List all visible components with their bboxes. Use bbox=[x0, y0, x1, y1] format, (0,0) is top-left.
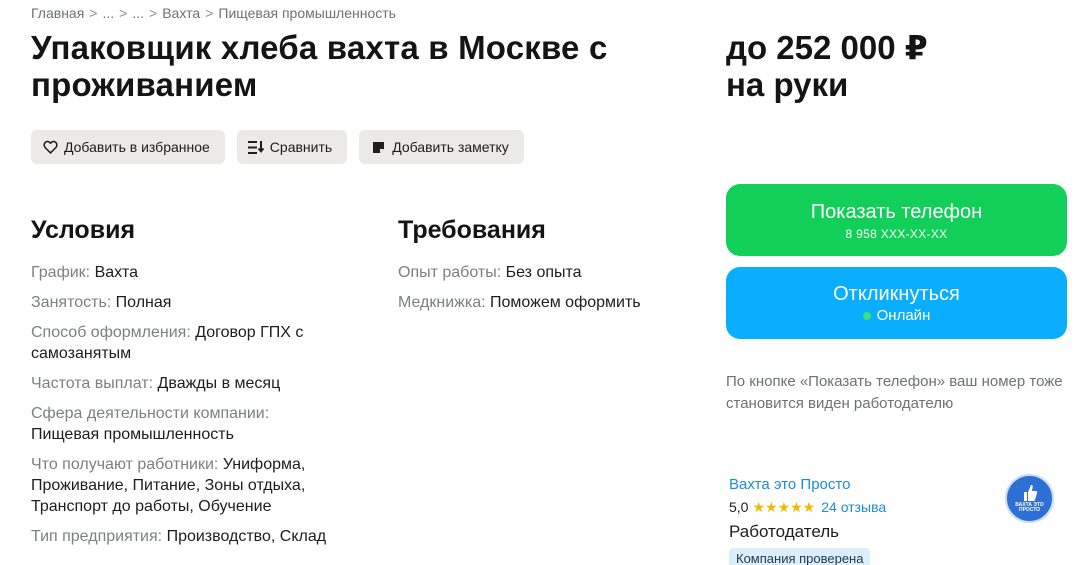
condition-label: Тип предприятия: bbox=[31, 528, 163, 545]
conditions-list: График: Вахта Занятость: Полная Способ о… bbox=[31, 262, 371, 556]
breadcrumb-home[interactable]: Главная bbox=[31, 5, 84, 21]
salary: до 252 000 ₽ на руки bbox=[726, 29, 928, 103]
breadcrumb-separator: > bbox=[89, 5, 98, 21]
requirement-item: Опыт работы: Без опыта bbox=[398, 262, 698, 283]
condition-label: Что получают работники: bbox=[31, 456, 219, 473]
condition-item: Что получают работники: Униформа, Прожив… bbox=[31, 454, 341, 517]
masked-phone-number: 8 958 XXX-XX-XX bbox=[845, 227, 948, 241]
requirement-label: Медкнижка: bbox=[398, 294, 486, 311]
condition-value: Вахта bbox=[94, 264, 138, 281]
salary-note: на руки bbox=[726, 66, 849, 103]
online-status: Онлайн bbox=[726, 307, 1067, 324]
condition-value: Дважды в месяц bbox=[157, 375, 281, 392]
condition-item: График: Вахта bbox=[31, 262, 371, 283]
phone-visibility-hint: По кнопке «Показать телефон» ваш номер т… bbox=[726, 373, 1063, 412]
requirement-value: Поможем оформить bbox=[490, 294, 641, 311]
breadcrumb-separator: > bbox=[119, 5, 128, 21]
show-phone-label: Показать телефон bbox=[810, 201, 983, 223]
requirement-label: Опыт работы: bbox=[398, 264, 502, 281]
breadcrumb-ellipsis-1[interactable]: ... bbox=[102, 5, 114, 21]
condition-label: График: bbox=[31, 264, 91, 281]
rating-stars-icon: ★★★★★ bbox=[752, 499, 816, 515]
respond-button[interactable]: Откликнуться Онлайн bbox=[726, 267, 1067, 339]
condition-value: Производство, Склад bbox=[166, 528, 327, 545]
breadcrumb-separator: > bbox=[205, 5, 214, 21]
requirements-heading: Требования bbox=[398, 216, 546, 244]
condition-value: Полная bbox=[115, 294, 172, 311]
reviews-link[interactable]: 24 отзыва bbox=[821, 497, 886, 517]
respond-label: Откликнуться bbox=[833, 283, 960, 305]
note-icon bbox=[370, 139, 386, 155]
condition-value: Пищевая промышленность bbox=[31, 426, 234, 443]
conditions-heading: Условия bbox=[31, 216, 136, 244]
verified-badge: Компания проверена bbox=[729, 548, 871, 565]
salary-amount: до 252 000 ₽ bbox=[726, 29, 928, 66]
compare-list-icon bbox=[247, 139, 264, 155]
add-note-button[interactable]: Добавить заметку bbox=[359, 130, 524, 164]
condition-item: Способ оформления: Договор ГПХ с самозан… bbox=[31, 322, 331, 364]
job-title: Упаковщик хлеба вахта в Москве с прожива… bbox=[31, 29, 608, 103]
online-status-label: Онлайн bbox=[876, 307, 931, 324]
condition-item: Частота выплат: Дважды в месяц bbox=[31, 373, 371, 394]
online-dot-icon bbox=[862, 311, 871, 320]
add-note-label: Добавить заметку bbox=[392, 139, 509, 155]
compare-button[interactable]: Сравнить bbox=[236, 130, 348, 164]
breadcrumb-ellipsis-2[interactable]: ... bbox=[132, 5, 144, 21]
add-favorite-button[interactable]: Добавить в избранное bbox=[31, 130, 225, 164]
action-bar: Добавить в избранное Сравнить Добавить з… bbox=[31, 130, 524, 164]
condition-item: Занятость: Полная bbox=[31, 292, 371, 313]
show-phone-button[interactable]: Показать телефон 8 958 XXX-XX-XX bbox=[726, 184, 1067, 256]
condition-item: Тип предприятия: Производство, Склад bbox=[31, 526, 371, 547]
breadcrumb-separator: > bbox=[149, 5, 158, 21]
rating-value: 5,0 bbox=[729, 499, 749, 515]
compare-label: Сравнить bbox=[269, 139, 333, 155]
employer-logo[interactable]: ВАХТА ЭТО ПРОСТО bbox=[1005, 474, 1054, 523]
requirements-list: Опыт работы: Без опыта Медкнижка: Поможе… bbox=[398, 262, 698, 322]
condition-label: Частота выплат: bbox=[31, 375, 154, 392]
heart-icon bbox=[42, 139, 58, 155]
condition-label: Занятость: bbox=[31, 294, 112, 311]
logo-text: ВАХТА ЭТО ПРОСТО bbox=[1015, 502, 1044, 513]
breadcrumb-food-industry[interactable]: Пищевая промышленность bbox=[218, 5, 396, 21]
breadcrumb: Главная >... >... > Вахта > Пищевая промышленн… bbox=[31, 5, 396, 21]
employer-role: Работодатель bbox=[729, 522, 839, 541]
condition-item: Сфера деятельности компании: Пищевая про… bbox=[31, 403, 321, 445]
requirement-item: Медкнижка: Поможем оформить bbox=[398, 292, 698, 313]
requirement-value: Без опыта bbox=[505, 264, 582, 281]
breadcrumb-vahta[interactable]: Вахта bbox=[162, 5, 200, 21]
condition-label: Способ оформления: bbox=[31, 324, 191, 341]
condition-label: Сфера деятельности компании: bbox=[31, 405, 270, 422]
add-favorite-label: Добавить в избранное bbox=[64, 139, 210, 155]
thumbs-up-icon bbox=[1023, 485, 1037, 501]
